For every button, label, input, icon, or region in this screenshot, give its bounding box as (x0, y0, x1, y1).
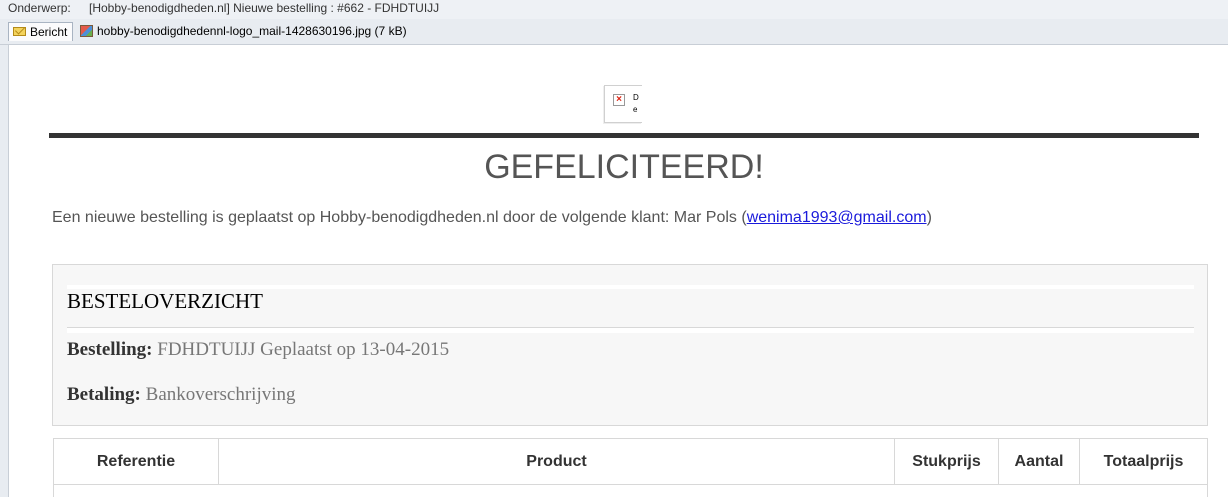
intro-close: ) (926, 209, 932, 226)
order-overview-box: BESTELOVERZICHT Bestelling: FDHDTUIJJ Ge… (52, 264, 1208, 426)
header-rule (49, 133, 1199, 138)
customer-email-link[interactable]: wenima1993@gmail.com (747, 209, 927, 226)
attachment-file[interactable]: hobby-benodigdhedennl-logo_mail-14286301… (80, 22, 407, 41)
overview-title: BESTELOVERZICHT (67, 289, 263, 313)
message-tab-label: Bericht (30, 25, 68, 39)
order-row: Bestelling: FDHDTUIJJ Geplaatst op 13-04… (67, 339, 449, 361)
headline: GEFELICITEERD! (484, 148, 764, 186)
product-table-body (53, 484, 1208, 497)
broken-logo-image: × D e (604, 85, 642, 123)
image-file-icon (80, 25, 93, 37)
message-tab[interactable]: Bericht (8, 22, 73, 41)
column-header-quantity: Aantal (999, 439, 1080, 485)
envelope-icon (13, 27, 26, 36)
payment-value: Bankoverschrijving (145, 384, 296, 405)
order-value: FDHDTUIJJ Geplaatst op 13-04-2015 (157, 339, 450, 360)
order-label: Bestelling: (67, 339, 153, 360)
intro-text: Een nieuwe bestelling is geplaatst op Ho… (52, 209, 932, 227)
column-header-reference: Referentie (54, 439, 219, 485)
subject-value: [Hobby-benodigdheden.nl] Nieuwe bestelli… (89, 1, 440, 15)
payment-row: Betaling: Bankoverschrijving (67, 384, 296, 406)
logo-alt-text: D e (633, 93, 639, 114)
attachment-file-label: hobby-benodigdhedennl-logo_mail-14286301… (97, 24, 407, 38)
email-body: × D e GEFELICITEERD! Een nieuwe bestelli… (8, 45, 1228, 497)
column-header-unit-price: Stukprijs (895, 439, 999, 485)
subject-bar: Onderwerp: [Hobby-benodigdheden.nl] Nieu… (0, 0, 1228, 19)
column-header-product: Product (219, 439, 895, 485)
product-table-header: Referentie Product Stukprijs Aantal Tota… (53, 438, 1208, 485)
subject-label: Onderwerp: (8, 1, 71, 15)
broken-image-icon: × (613, 94, 625, 106)
column-header-total-price: Totaalprijs (1103, 453, 1184, 470)
payment-label: Betaling: (67, 384, 141, 405)
intro-sentence: Een nieuwe bestelling is geplaatst op Ho… (52, 209, 747, 226)
attachment-bar: Bericht hobby-benodigdhedennl-logo_mail-… (0, 19, 1228, 45)
overview-divider-band (67, 328, 1194, 333)
